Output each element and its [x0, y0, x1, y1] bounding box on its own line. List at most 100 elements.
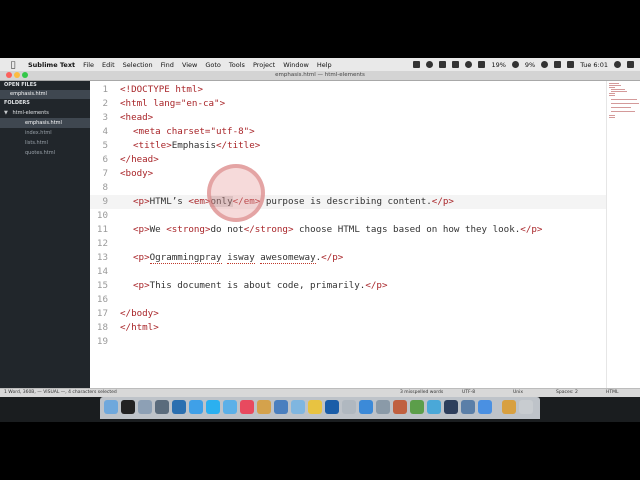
line-number: 9	[102, 196, 108, 207]
preview-icon[interactable]	[274, 400, 288, 414]
minimap[interactable]	[606, 81, 640, 388]
folder-icon[interactable]	[478, 400, 492, 414]
apple-icon[interactable]: 	[8, 60, 18, 69]
terminal-icon[interactable]	[121, 400, 135, 414]
folders-header: FOLDERS	[4, 100, 30, 106]
p-text: This document is about code, primarily.	[149, 280, 366, 291]
minimap-line	[609, 115, 615, 116]
html-close-tag: </html>	[120, 322, 159, 333]
screenshot-icon[interactable]	[461, 400, 475, 414]
screen-icon[interactable]	[452, 61, 460, 68]
menu-goto[interactable]: Goto	[205, 61, 221, 69]
misspelled-word: Ogrammingpray	[149, 252, 222, 264]
code-line: 16	[90, 293, 606, 307]
sidebar-file-quotes[interactable]: quotes.html	[0, 148, 90, 158]
battery-icon[interactable]	[478, 61, 486, 68]
trash-icon[interactable]	[519, 400, 533, 414]
line-endings-status[interactable]: Unix	[513, 389, 523, 397]
menu-app-name[interactable]: Sublime Text	[28, 61, 75, 69]
app-icon-2[interactable]	[410, 400, 424, 414]
menu-tools[interactable]: Tools	[229, 61, 245, 69]
dropbox-icon[interactable]	[439, 61, 447, 68]
wifi-icon[interactable]	[541, 61, 549, 68]
minimap-line	[609, 93, 615, 94]
clock[interactable]: Tue 6:01	[580, 61, 608, 69]
window-title-bar: emphasis.html — html-elements	[0, 71, 640, 81]
disclosure-triangle-icon[interactable]: ▼	[4, 108, 8, 118]
menu-view[interactable]: View	[182, 61, 197, 69]
sidebar-file-emphasis[interactable]: emphasis.html	[0, 118, 90, 128]
music-icon[interactable]	[240, 400, 254, 414]
flag-icon[interactable]	[567, 61, 575, 68]
firefox-icon[interactable]	[359, 400, 373, 414]
twitter-icon[interactable]	[206, 400, 220, 414]
bluetooth-icon[interactable]	[554, 61, 562, 68]
battery-percent: 19%	[491, 60, 506, 69]
head-close-tag: </head>	[120, 154, 159, 165]
misspelled-word: awesomeway	[260, 252, 316, 264]
menu-selection[interactable]: Selection	[123, 61, 153, 69]
spotlight-icon[interactable]	[614, 61, 621, 68]
volume-icon[interactable]	[511, 61, 519, 68]
code-line: 14	[90, 265, 606, 279]
doctype: <!DOCTYPE html>	[120, 84, 203, 95]
sidebar-file-index[interactable]: index.html	[0, 128, 90, 138]
line-number: 17	[96, 308, 108, 319]
head-open-tag: <head>	[120, 112, 154, 123]
notifications-icon[interactable]	[627, 61, 634, 68]
code-line: 5 <title>Emphasis</title>	[90, 139, 606, 153]
camera-icon[interactable]	[413, 61, 421, 68]
sync-icon[interactable]	[426, 61, 434, 68]
p-close-tag: </p>	[431, 196, 454, 207]
encoding-status[interactable]: UTF-8	[462, 389, 475, 397]
system-prefs-icon[interactable]	[291, 400, 305, 414]
menu-window[interactable]: Window	[283, 61, 309, 69]
minimap-line	[609, 87, 615, 88]
app-store-icon[interactable]	[172, 400, 186, 414]
line-number: 13	[96, 252, 108, 263]
minimap-line	[611, 91, 627, 92]
open-file-item[interactable]: emphasis.html	[0, 90, 90, 99]
finder-icon[interactable]	[104, 400, 118, 414]
chrome-icon[interactable]	[308, 400, 322, 414]
menu-project[interactable]: Project	[253, 61, 275, 69]
syntax-status[interactable]: HTML	[606, 389, 619, 397]
menu-find[interactable]: Find	[161, 61, 174, 69]
downloads-icon[interactable]	[502, 400, 516, 414]
launchpad-icon[interactable]	[138, 400, 152, 414]
folder-item[interactable]: ▼ html-elements	[0, 108, 90, 118]
menu-edit[interactable]: Edit	[102, 61, 115, 69]
app-icon-3[interactable]	[427, 400, 441, 414]
sidebar-file-lists[interactable]: lists.html	[0, 138, 90, 148]
p-close-tag: </p>	[321, 252, 344, 263]
line-number: 18	[96, 322, 108, 333]
line-number: 15	[96, 280, 108, 291]
minimap-line	[611, 103, 639, 104]
menu-help[interactable]: Help	[317, 61, 332, 69]
mail-icon[interactable]	[223, 400, 237, 414]
package-icon[interactable]	[257, 400, 271, 414]
p-text: purpose is describing content.	[260, 196, 432, 207]
code-line: 11 <p>We <strong>do not</strong> choose H…	[90, 223, 606, 237]
p-open-tag: <p>	[133, 252, 150, 263]
timer-icon[interactable]	[465, 61, 473, 68]
line-number: 8	[102, 182, 108, 193]
minimap-line	[609, 83, 619, 84]
code-editor[interactable]: 1 <!DOCTYPE html> 2 <html lang="en-ca"> 3 <…	[90, 81, 606, 388]
window-title: emphasis.html — html-elements	[275, 72, 365, 78]
mission-control-icon[interactable]	[155, 400, 169, 414]
menu-file[interactable]: File	[83, 61, 94, 69]
code-line: 15 <p>This document is about code, primar…	[90, 279, 606, 293]
safari-icon[interactable]	[189, 400, 203, 414]
browser-icon[interactable]	[325, 400, 339, 414]
indent-status[interactable]: Spaces: 2	[556, 389, 578, 397]
spellcheck-status[interactable]: 3 misspelled words	[400, 389, 443, 397]
screen:  Sublime Text File Edit Selection Find …	[0, 58, 640, 422]
photoshop-icon[interactable]	[444, 400, 458, 414]
volume-percent: 9%	[524, 60, 536, 69]
p-text: HTML’s	[149, 196, 189, 207]
minimap-line	[611, 107, 631, 108]
keynote-icon[interactable]	[342, 400, 356, 414]
app-icon[interactable]	[393, 400, 407, 414]
utility-icon[interactable]	[376, 400, 390, 414]
